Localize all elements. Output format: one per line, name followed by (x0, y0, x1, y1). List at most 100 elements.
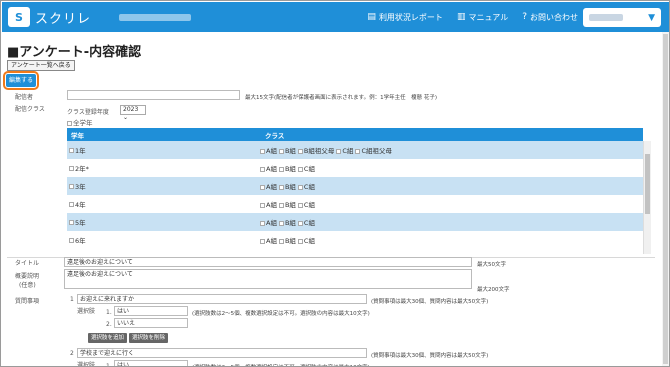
summary-hint: 最大200文字 (477, 287, 510, 293)
class-checkbox[interactable] (260, 166, 265, 172)
page-scrollbar-thumb[interactable] (663, 34, 668, 364)
grade-label: 6年 (75, 237, 86, 245)
class-checkbox[interactable] (278, 220, 284, 226)
back-to-list-button[interactable]: アンケート一覧へ戻る (7, 60, 75, 71)
class-checkbox[interactable] (278, 238, 284, 244)
class-checkbox[interactable] (278, 184, 284, 190)
class-checkbox[interactable] (278, 166, 284, 172)
class-option-label: C組 (303, 237, 315, 245)
class-option[interactable]: B組祖父母 (297, 145, 334, 155)
grade-cell[interactable]: 4年 (67, 199, 260, 209)
summary-label: 概要説明 (15, 273, 40, 280)
grade-checkbox[interactable] (69, 183, 74, 189)
title-input[interactable]: 遠足後のお迎えについて (64, 257, 472, 267)
class-year-select[interactable]: 2023 ⌄ (120, 105, 146, 121)
class-checkbox[interactable] (297, 184, 303, 190)
class-year-value: 2023 (123, 106, 139, 113)
top-navbar: S スクリレ ▤ 利用状況レポート ▥ マニュアル ? お問い合わせ ▼ (2, 2, 669, 32)
grade-checkbox[interactable] (69, 237, 74, 243)
class-checkbox[interactable] (336, 148, 342, 154)
grade-label: 2年* (75, 165, 89, 173)
class-checkbox[interactable] (260, 184, 265, 190)
class-checkbox[interactable] (260, 202, 265, 208)
class-option[interactable]: C組祖父母 (355, 145, 392, 155)
grade-checkbox[interactable] (69, 219, 74, 225)
class-checkbox[interactable] (297, 238, 303, 244)
class-option[interactable]: C組 (297, 181, 315, 191)
class-checkbox[interactable] (260, 238, 265, 244)
delete-choice-button[interactable]: 選択肢を削除 (129, 333, 169, 343)
user-menu-button[interactable]: ▼ (583, 8, 661, 27)
class-option[interactable]: C組 (297, 217, 315, 227)
nav-progress-report-label: 利用状況レポート (378, 12, 443, 22)
class-option[interactable]: B組 (278, 235, 296, 245)
class-option[interactable]: A組 (260, 163, 277, 173)
grade-cell[interactable]: 3年 (67, 181, 260, 191)
nav-manual[interactable]: ▥ マニュアル (457, 12, 508, 23)
book-icon: ▥ (456, 12, 466, 22)
grade-cell[interactable]: 6年 (67, 235, 260, 245)
page-scrollbar[interactable] (662, 32, 669, 366)
grade-cell[interactable]: 5年 (67, 217, 260, 227)
class-option[interactable]: A組 (260, 199, 277, 209)
question-1-input[interactable]: お迎えに来れますか (77, 294, 367, 304)
class-table-row: 3年 A組 B組 C組 (67, 177, 643, 195)
class-option-label: B組 (284, 183, 296, 191)
grade-checkbox[interactable] (69, 201, 74, 207)
grade-cell[interactable]: 1年 (67, 145, 260, 155)
class-checkbox[interactable] (278, 202, 284, 208)
grade-column-header: 学年 (71, 131, 84, 140)
class-option-label: B組 (284, 219, 296, 227)
class-table-body: 1年 A組 B組 B組祖父母 C組 C組祖父母 2年* A組 B組 C組 3年 A組 B組 C組 4年 A組 B… (67, 141, 643, 249)
class-checkbox[interactable] (260, 220, 265, 226)
class-option[interactable]: B組 (278, 217, 296, 227)
edit-button[interactable]: 編集する (3, 71, 39, 90)
question-limit-hint: (質問事項は最大30個、質問内容は最大50文字) (371, 299, 489, 305)
class-option[interactable]: B組 (278, 181, 296, 191)
grade-checkbox[interactable] (69, 165, 74, 171)
class-option[interactable]: C組 (336, 145, 353, 155)
scrollbar-thumb[interactable] (645, 154, 650, 214)
question-icon: ? (522, 12, 527, 22)
choice-2-input[interactable]: いいえ (114, 318, 188, 328)
grade-cell[interactable]: 2年* (67, 163, 260, 173)
question-2-choice-hint: (選択肢数は2〜5個、複数選択設定は不可。選択肢の内容は最大10文字) (192, 363, 370, 366)
class-checkbox[interactable] (278, 148, 284, 154)
class-option[interactable]: A組 (260, 217, 277, 227)
nav-contact[interactable]: ? お問い合わせ (522, 12, 578, 23)
app-name[interactable]: スクリレ (35, 8, 91, 27)
sender-input[interactable] (67, 90, 240, 100)
class-option[interactable]: C組 (297, 235, 315, 245)
all-grades-option[interactable]: 全学年 (67, 117, 93, 127)
class-checkbox[interactable] (260, 148, 265, 154)
grade-label: 5年 (75, 219, 86, 227)
summary-textarea[interactable]: 遠足後のお迎えについて (64, 269, 472, 289)
class-checkbox[interactable] (297, 220, 303, 226)
class-checkbox[interactable] (297, 166, 303, 172)
question-2-choices-label: 選択肢 (77, 362, 96, 367)
class-option-label: A組 (266, 237, 277, 245)
class-cell: A組 B組 C組 (260, 163, 315, 173)
choice-1-input[interactable]: はい (114, 306, 188, 316)
class-checkbox[interactable] (297, 202, 303, 208)
class-option[interactable]: A組 (260, 235, 277, 245)
class-checkbox[interactable] (355, 148, 361, 154)
question-2-choice-1-number: 1. (106, 363, 112, 367)
class-option[interactable]: B組 (278, 145, 296, 155)
question-2-choice-1-input[interactable]: はい (114, 360, 188, 366)
class-option[interactable]: B組 (278, 163, 296, 173)
question-2-input[interactable]: 学校まで迎えに行く (77, 348, 367, 358)
class-option[interactable]: C組 (297, 199, 315, 209)
add-choice-button[interactable]: 選択肢を追加 (88, 333, 128, 343)
class-table-scrollbar[interactable] (643, 141, 651, 254)
class-option[interactable]: B組 (278, 199, 296, 209)
grade-label: 1年 (75, 147, 86, 155)
class-option[interactable]: A組 (260, 145, 277, 155)
grade-checkbox[interactable] (69, 147, 74, 153)
class-checkbox[interactable] (297, 148, 303, 154)
class-option[interactable]: C組 (297, 163, 315, 173)
title-label: タイトル (15, 260, 40, 267)
all-grades-checkbox[interactable] (67, 120, 72, 126)
class-option[interactable]: A組 (260, 181, 277, 191)
nav-progress-report[interactable]: ▤ 利用状況レポート (367, 12, 443, 23)
